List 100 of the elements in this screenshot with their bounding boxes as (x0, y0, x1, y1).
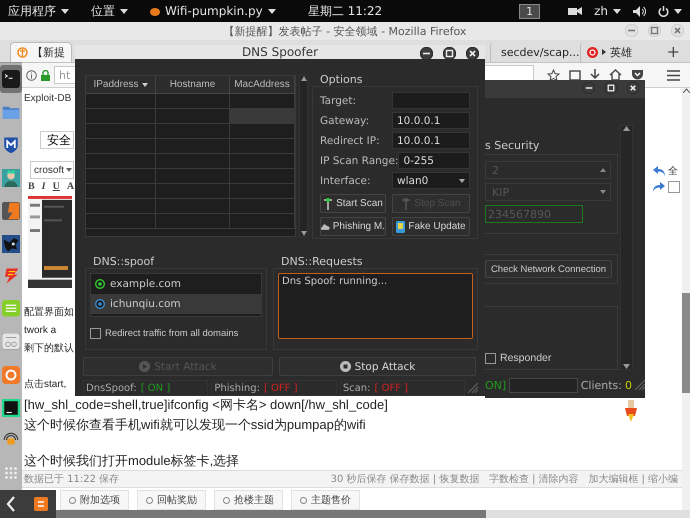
table-cell[interactable] (156, 199, 230, 214)
table-cell[interactable] (230, 199, 295, 214)
action-button[interactable]: Start Scan (320, 194, 386, 213)
forward-arrow-icon[interactable] (653, 182, 665, 192)
radio-icon[interactable] (2, 332, 20, 351)
column-header[interactable]: IPaddress (86, 76, 156, 94)
text-field[interactable] (392, 92, 470, 109)
lightning-icon[interactable] (2, 202, 20, 220)
bookmark-link[interactable]: Exploit-DB (24, 88, 72, 110)
option-tab[interactable]: 主题售价 (291, 490, 360, 510)
table-cell[interactable] (156, 154, 230, 169)
table-cell[interactable] (86, 214, 156, 229)
table-cell[interactable] (86, 184, 156, 199)
table-cell[interactable] (156, 109, 230, 124)
table-cell[interactable] (230, 124, 295, 139)
minimize-button[interactable] (583, 82, 595, 94)
format-button[interactable]: B (28, 180, 35, 193)
flash-icon[interactable] (2, 267, 20, 286)
domain-item[interactable]: ichunqiu.com (91, 294, 261, 314)
table-cell[interactable] (86, 169, 156, 184)
star-icon[interactable] (547, 68, 560, 82)
format-button[interactable]: U (52, 180, 60, 193)
table-cell[interactable] (86, 94, 156, 109)
notes-icon[interactable] (2, 300, 20, 318)
scroll-thumb[interactable] (56, 510, 486, 518)
top-menu[interactable]: 位置 (91, 2, 128, 20)
table-cell[interactable] (156, 214, 230, 229)
option-tab[interactable]: 回帖奖励 (137, 490, 206, 510)
scroll-up-icon[interactable] (682, 88, 690, 93)
power-menu[interactable] (658, 6, 682, 16)
camera-icon[interactable] (568, 6, 582, 16)
table-cell[interactable] (230, 184, 295, 199)
responder-checkbox[interactable]: Responder (485, 352, 552, 365)
table-cell[interactable] (156, 139, 230, 154)
font-select[interactable]: crosoft (30, 161, 74, 179)
rocket-icon[interactable] (622, 400, 640, 422)
volume-icon[interactable] (633, 6, 646, 16)
search-input[interactable]: 安全 (40, 131, 74, 150)
text-field[interactable]: 0-255 (398, 152, 470, 169)
browser-tab[interactable]: secdev/scap... (490, 42, 580, 62)
attack-button[interactable]: Stop Attack (279, 357, 476, 376)
avatar-icon[interactable] (2, 168, 20, 187)
scroll-up-icon[interactable] (623, 126, 630, 131)
language-menu[interactable]: zh (594, 4, 621, 18)
redirect-checkbox[interactable]: Redirect traffic from all domains (90, 327, 262, 340)
maximize-button[interactable] (443, 47, 456, 60)
workspace-indicator[interactable]: 1 (519, 4, 540, 18)
column-header[interactable]: MacAddress (230, 76, 295, 94)
terminal-icon[interactable] (2, 70, 20, 88)
table-cell[interactable] (230, 214, 295, 229)
maximize-button[interactable] (605, 82, 617, 94)
table-cell[interactable] (230, 169, 295, 184)
option-tab[interactable]: 抢楼主题 (214, 490, 283, 510)
home-icon[interactable] (609, 69, 622, 81)
table-cell[interactable] (86, 154, 156, 169)
info-icon[interactable] (26, 70, 37, 80)
pocket-icon[interactable] (631, 69, 644, 81)
minimize-button[interactable] (420, 47, 433, 60)
table-cell[interactable] (230, 109, 295, 124)
format-button[interactable]: I (42, 180, 46, 193)
scroll-down-icon[interactable] (623, 364, 630, 369)
new-tab-button[interactable]: + (666, 42, 680, 62)
interface-select[interactable]: wlan0 (392, 172, 470, 189)
table-cell[interactable] (156, 94, 230, 109)
horizontal-scrollbar[interactable] (56, 510, 690, 518)
wolf-icon[interactable] (2, 234, 20, 253)
scroll-up-icon[interactable] (300, 76, 306, 81)
checkbox[interactable] (668, 181, 680, 193)
browser-tab[interactable]: 【新提 (10, 42, 72, 62)
check-connection-button[interactable]: Check Network Connection (485, 260, 612, 278)
fox-icon[interactable] (2, 366, 20, 384)
text-field[interactable]: 10.0.0.1 (392, 132, 470, 149)
option-tab[interactable]: 附加选项 (60, 490, 129, 510)
menu-icon[interactable] (667, 70, 680, 80)
resize-grip-icon[interactable] (468, 383, 478, 393)
table-cell[interactable] (86, 199, 156, 214)
browser-tab[interactable]: 英雄 (580, 42, 667, 62)
bookmarks-icon[interactable] (569, 69, 581, 81)
action-button[interactable]: Phishing M. (320, 217, 386, 236)
requests-log[interactable]: Dns Spoof: running... (278, 273, 473, 339)
table-cell[interactable] (230, 94, 295, 109)
table-cell[interactable] (230, 154, 295, 169)
table-cell[interactable] (86, 109, 156, 124)
ide-icon[interactable] (2, 398, 20, 417)
column-header[interactable]: Hostname (156, 76, 230, 94)
action-button[interactable]: Fake Update (392, 217, 470, 236)
table-cell[interactable] (86, 139, 156, 154)
table-cell[interactable] (156, 184, 230, 199)
scroll-down-icon[interactable] (300, 231, 306, 236)
scrollbar[interactable] (620, 125, 633, 370)
app-menu[interactable]: Wifi-pumpkin.py (150, 4, 276, 18)
shield-icon[interactable] (2, 136, 20, 154)
close-button[interactable] (466, 47, 479, 60)
scrollbar[interactable] (299, 75, 308, 237)
top-menu[interactable]: 应用程序 (8, 2, 69, 20)
close-button[interactable] (627, 82, 639, 94)
table-cell[interactable] (156, 124, 230, 139)
table-cell[interactable] (230, 139, 295, 154)
back-arrow-icon[interactable] (653, 166, 665, 176)
chevron-left-icon[interactable] (6, 496, 16, 512)
